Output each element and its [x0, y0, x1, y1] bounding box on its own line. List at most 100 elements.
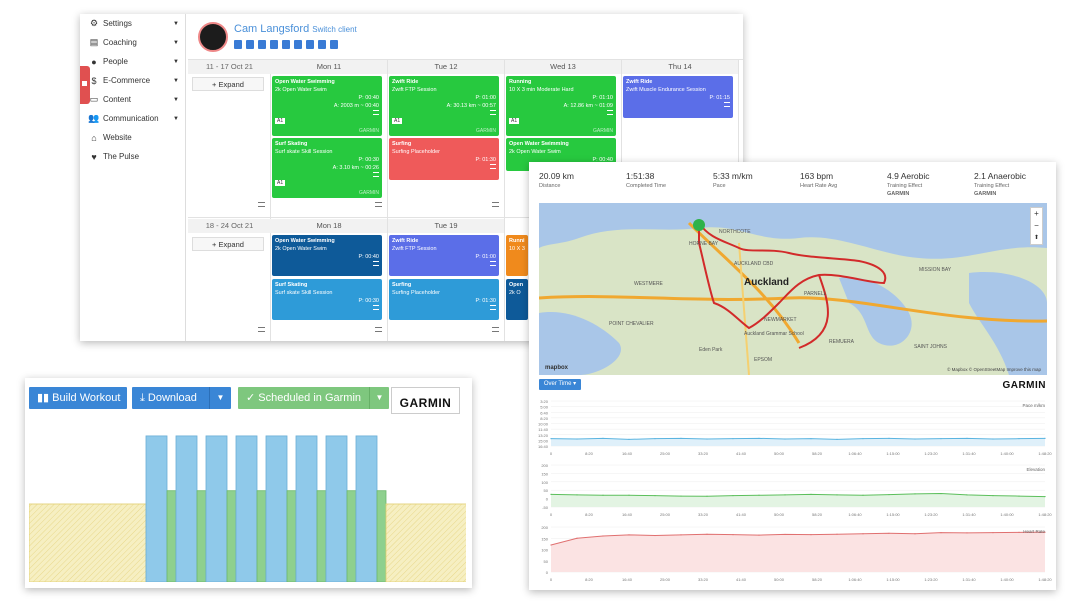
interval-rest[interactable]	[376, 490, 387, 582]
week-menu-icon[interactable]	[258, 202, 265, 207]
series-point	[914, 533, 916, 535]
target-icon[interactable]	[330, 40, 338, 49]
x-tick-label: 50:00	[774, 512, 785, 517]
workout-card[interactable]: Surfing Surfing Placeholder P: 01:30	[389, 279, 499, 320]
series-point	[888, 493, 890, 496]
interval-warmup[interactable]	[29, 503, 147, 582]
over-time-dropdown[interactable]: Over Time ▾	[539, 379, 581, 390]
workout-menu-icon[interactable]	[373, 305, 379, 310]
sidebar-item-the-pulse[interactable]: ♥ The Pulse	[80, 147, 185, 166]
dashboard-icon[interactable]	[294, 40, 302, 49]
interval-work[interactable]	[355, 435, 378, 582]
calendar-icon[interactable]	[246, 40, 254, 49]
interval-rest[interactable]	[226, 490, 237, 582]
scheduled-in-garmin-button[interactable]: ✓ Scheduled in Garmin ▼	[238, 387, 389, 409]
workout-card[interactable]: Zwift Ride Zwift Muscle Endurance Session…	[623, 76, 733, 118]
workout-menu-icon[interactable]	[607, 110, 613, 115]
interval-work[interactable]	[325, 435, 348, 582]
workout-card[interactable]: Zwift Ride Zwift FTP Session P: 01:00	[389, 235, 499, 276]
y-tick-label: 15:00	[538, 438, 549, 443]
sidebar-item-e-commerce[interactable]: $ E-Commerce ▼	[80, 71, 185, 90]
series-point	[758, 494, 760, 496]
workout-menu-icon[interactable]	[490, 164, 496, 169]
workout-card[interactable]: Surf Skating Surf skate Skill Session P: 0…	[272, 279, 382, 320]
interval-rest[interactable]	[256, 490, 267, 582]
workout-card[interactable]: Running 10 X 3 min Moderate Hard P: 01:10 A…	[506, 76, 616, 136]
garmin-synced-label: GARMIN	[476, 128, 496, 134]
money-icon[interactable]	[306, 40, 314, 49]
workout-card[interactable]: Open 2k O	[506, 279, 528, 320]
compass-button[interactable]: ⬆	[1031, 232, 1042, 244]
file-icon[interactable]	[318, 40, 326, 49]
copy-icon[interactable]	[258, 40, 266, 49]
interval-rest[interactable]	[196, 490, 207, 582]
sidebar-item-communication[interactable]: 👥 Communication ▼	[80, 109, 185, 128]
route-map[interactable]: Auckland HORNE BAY NORTHCOTE AUCKLAND CB…	[539, 203, 1047, 375]
day-menu-icon[interactable]	[375, 327, 382, 332]
sidebar-item-settings[interactable]: ⚙ Settings ▼	[80, 14, 185, 33]
image-icon[interactable]	[282, 40, 290, 49]
scheduled-caret-icon[interactable]: ▼	[369, 387, 389, 409]
workout-menu-icon[interactable]	[373, 172, 379, 177]
workout-card[interactable]: Zwift Ride Zwift FTP Session P: 01:00 A: 30…	[389, 76, 499, 136]
week-menu-icon[interactable]	[258, 327, 265, 332]
day-menu-icon[interactable]	[492, 327, 499, 332]
edit-icon[interactable]	[234, 40, 242, 49]
sidebar-item-website[interactable]: ⌂ Website	[80, 128, 185, 147]
workout-menu-icon[interactable]	[490, 110, 496, 115]
workout-menu-icon[interactable]	[490, 305, 496, 310]
interval-cooldown[interactable]	[385, 503, 466, 582]
sidebar-item-coaching[interactable]: ▤ Coaching ▼	[80, 33, 185, 52]
series-point	[732, 534, 734, 536]
coaching-icon: ▤	[89, 37, 99, 47]
activity-detail-panel: 20.09 km Distance 1:51:38 Completed Time 5:3…	[529, 162, 1056, 590]
workout-card[interactable]: Surfing Surfing Placeholder P: 01:30	[389, 138, 499, 180]
workout-menu-icon[interactable]	[490, 261, 496, 266]
workout-card[interactable]: Open Water Swimming 2k Open Water Swim P: …	[272, 76, 382, 136]
expand-week-button[interactable]: + Expand	[192, 237, 264, 251]
series-point	[628, 438, 630, 440]
sidebar-collapse-tab[interactable]	[80, 66, 90, 104]
interval-work[interactable]	[235, 435, 258, 582]
client-avatar[interactable]	[198, 22, 228, 52]
download-button[interactable]: ⤓ Download ▼	[132, 387, 231, 409]
day-menu-icon[interactable]	[492, 202, 499, 207]
interval-rest[interactable]	[346, 490, 357, 582]
workout-menu-icon[interactable]	[724, 102, 730, 107]
chevron-down-icon: ▼	[173, 58, 179, 65]
actual-duration: A: 3.10 km ~ 00:26	[332, 165, 379, 171]
series-point	[680, 437, 682, 439]
stat-item: 5:33 m/km Pace	[713, 171, 753, 189]
workout-card[interactable]: Surf Skating Surf skate Skill Session P: 0…	[272, 138, 382, 198]
build-workout-button[interactable]: ▮▮ Build Workout	[29, 387, 127, 409]
workout-menu-icon[interactable]	[373, 110, 379, 115]
map-place-label: Auckland Grammar School	[744, 331, 804, 337]
workout-interval-graph	[29, 435, 466, 582]
series-point	[888, 437, 890, 439]
x-tick-label: 50:00	[774, 577, 785, 582]
day-header: Thu 14	[622, 60, 738, 74]
interval-work[interactable]	[295, 435, 318, 582]
workout-card[interactable]: Runni 10 X 3	[506, 235, 528, 276]
zoom-in-button[interactable]: +	[1031, 208, 1042, 220]
user-icon[interactable]	[270, 40, 278, 49]
interval-rest[interactable]	[286, 490, 297, 582]
expand-week-button[interactable]: + Expand	[192, 77, 264, 91]
day-menu-icon[interactable]	[375, 202, 382, 207]
stat-label: Completed Time	[626, 183, 667, 189]
interval-work[interactable]	[265, 435, 288, 582]
zoom-out-button[interactable]: −	[1031, 220, 1042, 232]
interval-rest[interactable]	[166, 490, 177, 582]
switch-client-link[interactable]: Switch client	[312, 25, 356, 34]
interval-rest[interactable]	[316, 490, 327, 582]
interval-work[interactable]	[205, 435, 228, 582]
interval-work[interactable]	[175, 435, 198, 582]
workout-card[interactable]: Open Water Swimming 2k Open Water Swim P: …	[272, 235, 382, 276]
series-point	[836, 533, 838, 535]
sidebar-item-content[interactable]: ▭ Content ▼	[80, 90, 185, 109]
interval-work[interactable]	[145, 435, 168, 582]
sidebar-item-people[interactable]: ● People ▼	[80, 52, 185, 71]
download-caret-icon[interactable]: ▼	[209, 387, 231, 409]
map-attribution[interactable]: © Mapbox © OpenStreetMap Improve this ma…	[947, 366, 1041, 372]
workout-menu-icon[interactable]	[373, 261, 379, 266]
